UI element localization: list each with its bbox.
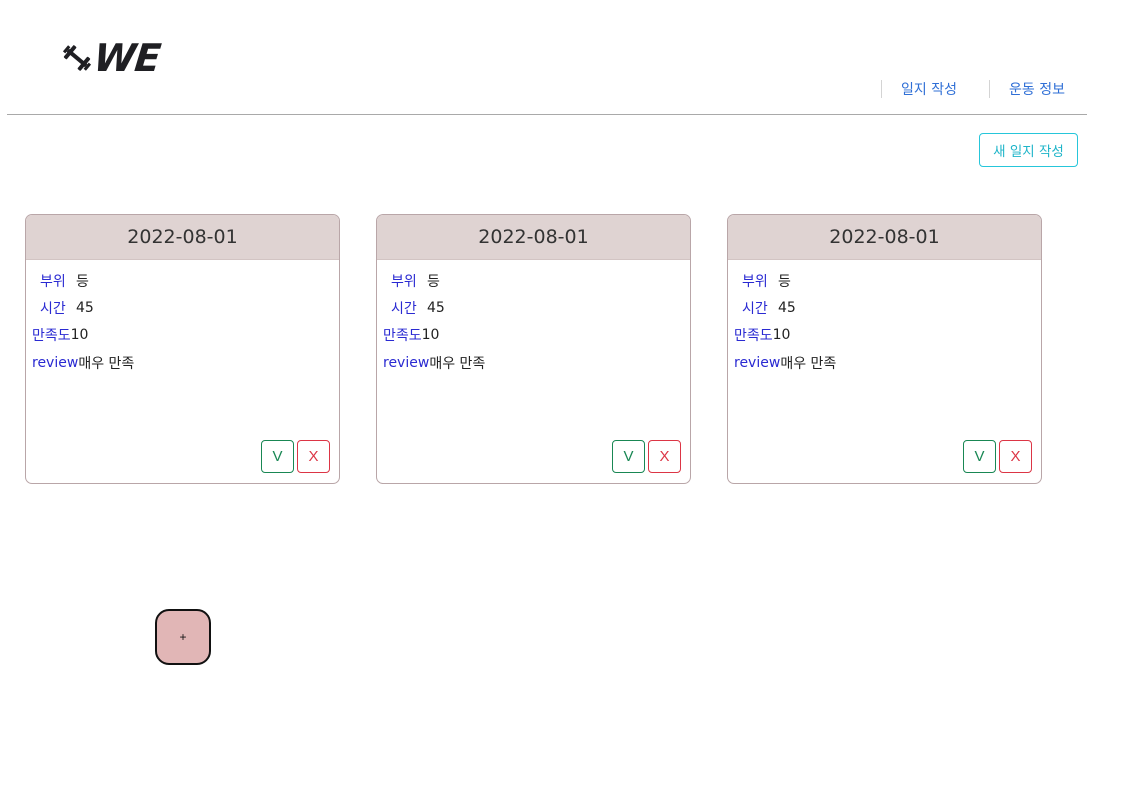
row-review: review 매우 만족 xyxy=(32,349,333,376)
part-label: 부위 xyxy=(391,273,417,290)
satisfaction-label: 만족도 xyxy=(383,328,422,345)
new-log-button[interactable]: 새 일지 작성 xyxy=(979,133,1078,167)
dumbbell-icon xyxy=(62,45,92,71)
review-label: review xyxy=(734,354,781,371)
card-body: 부위 등 시간 45 만족도 10 review 매우 만족 xyxy=(728,260,1041,376)
log-card: 2022-08-01 부위 등 시간 45 만족도 10 review 매우 만… xyxy=(25,214,340,484)
row-part: 부위 등 xyxy=(383,267,684,294)
review-value: 매우 만족 xyxy=(780,355,837,372)
confirm-button[interactable]: V xyxy=(963,440,996,473)
card-actions: V X xyxy=(612,440,681,473)
delete-button[interactable]: X xyxy=(999,440,1032,473)
log-card: 2022-08-01 부위 등 시간 45 만족도 10 review 매우 만… xyxy=(376,214,691,484)
row-satisfaction: 만족도 10 xyxy=(32,322,333,349)
row-part: 부위 등 xyxy=(734,267,1035,294)
card-actions: V X xyxy=(963,440,1032,473)
row-time: 시간 45 xyxy=(734,294,1035,321)
logo-text: WE xyxy=(91,36,163,80)
time-value: 45 xyxy=(778,299,796,316)
main-nav: 일지 작성 운동 정보 xyxy=(0,78,1121,100)
time-label: 시간 xyxy=(391,300,417,317)
satisfaction-label: 만족도 xyxy=(734,328,773,345)
time-label: 시간 xyxy=(40,300,66,317)
satisfaction-value: 10 xyxy=(421,327,440,344)
log-card: 2022-08-01 부위 등 시간 45 만족도 10 review 매우 만… xyxy=(727,214,1042,484)
card-date: 2022-08-01 xyxy=(377,215,690,260)
satisfaction-value: 10 xyxy=(772,327,791,344)
row-satisfaction: 만족도 10 xyxy=(734,322,1035,349)
confirm-button[interactable]: V xyxy=(261,440,294,473)
card-date: 2022-08-01 xyxy=(26,215,339,260)
part-value: 등 xyxy=(427,273,440,290)
delete-button[interactable]: X xyxy=(648,440,681,473)
add-card-button[interactable]: + xyxy=(155,609,211,665)
card-date: 2022-08-01 xyxy=(728,215,1041,260)
time-label: 시간 xyxy=(742,300,768,317)
review-label: review xyxy=(32,354,79,371)
part-label: 부위 xyxy=(40,273,66,290)
satisfaction-label: 만족도 xyxy=(32,328,71,345)
row-time: 시간 45 xyxy=(383,294,684,321)
logo[interactable]: WE xyxy=(62,36,170,80)
row-time: 시간 45 xyxy=(32,294,333,321)
row-review: review 매우 만족 xyxy=(383,349,684,376)
time-value: 45 xyxy=(76,299,94,316)
part-value: 등 xyxy=(76,273,89,290)
part-value: 등 xyxy=(778,273,791,290)
row-part: 부위 등 xyxy=(32,267,333,294)
time-value: 45 xyxy=(427,299,445,316)
confirm-button[interactable]: V xyxy=(612,440,645,473)
part-label: 부위 xyxy=(742,273,768,290)
nav-write-log[interactable]: 일지 작성 xyxy=(881,78,957,100)
card-body: 부위 등 시간 45 만족도 10 review 매우 만족 xyxy=(377,260,690,376)
card-body: 부위 등 시간 45 만족도 10 review 매우 만족 xyxy=(26,260,339,376)
review-label: review xyxy=(383,354,430,371)
header-divider xyxy=(7,114,1087,115)
page: WE 일지 작성 운동 정보 새 일지 작성 2022-08-01 부위 등 시… xyxy=(0,0,1121,793)
row-review: review 매우 만족 xyxy=(734,349,1035,376)
review-value: 매우 만족 xyxy=(429,355,486,372)
card-actions: V X xyxy=(261,440,330,473)
row-satisfaction: 만족도 10 xyxy=(383,322,684,349)
satisfaction-value: 10 xyxy=(70,327,89,344)
delete-button[interactable]: X xyxy=(297,440,330,473)
review-value: 매우 만족 xyxy=(78,355,135,372)
nav-exercise-info[interactable]: 운동 정보 xyxy=(989,78,1065,100)
